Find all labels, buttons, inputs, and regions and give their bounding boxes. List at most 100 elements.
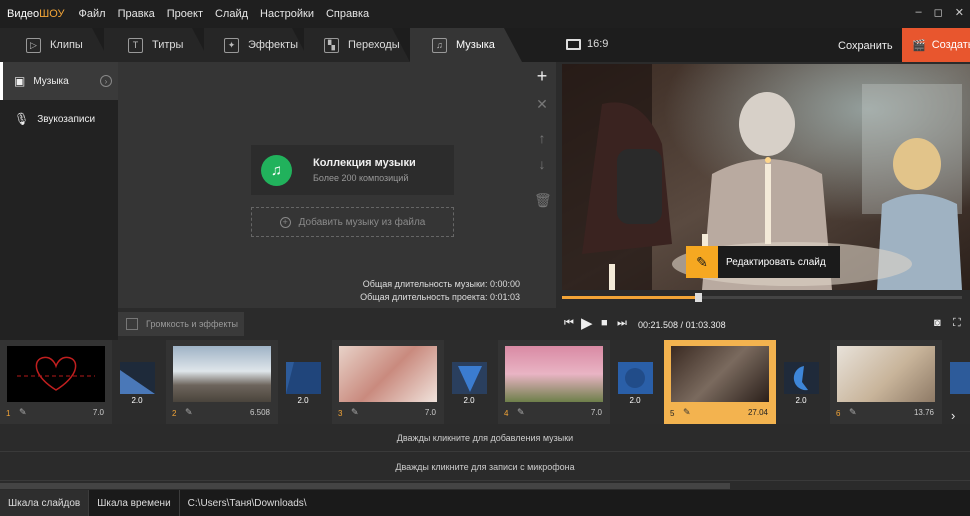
pencil-icon[interactable]: ✎ xyxy=(351,407,359,418)
tab-effects[interactable]: ✦ Эффекты xyxy=(204,28,310,62)
tab-titles[interactable]: T Титры xyxy=(104,28,210,62)
tab-transitions[interactable]: ▚ Переходы xyxy=(304,28,410,62)
menu-settings[interactable]: Настройки xyxy=(254,8,320,20)
slide-item[interactable]: 3 ✎ 7.0 xyxy=(332,340,444,424)
tab-music[interactable]: ♫ Музыка xyxy=(410,28,522,62)
volume-effects-button[interactable]: Громкость и эффекты xyxy=(118,312,244,336)
slide-thumbnail xyxy=(339,346,437,402)
project-path: C:\Users\Таня\Downloads\ xyxy=(178,490,315,516)
skip-forward-icon[interactable]: ⏭ xyxy=(617,317,627,330)
microphone-icon: 🎙 xyxy=(14,112,30,126)
transition-thumbnail xyxy=(950,362,970,394)
menu-file[interactable]: Файл xyxy=(73,8,112,20)
transition-thumbnail xyxy=(452,362,487,394)
progress-fill xyxy=(562,296,698,299)
durations: Общая длительность музыки: 0:00:00 Общая… xyxy=(360,278,520,304)
music-note-icon: ♫ xyxy=(261,154,292,186)
slide-thumbnail xyxy=(173,346,271,402)
preview-canvas[interactable]: ✎ Редактировать слайд xyxy=(562,64,970,290)
progress-knob[interactable] xyxy=(695,293,702,302)
create-button[interactable]: 🎬 Создать xyxy=(902,28,970,62)
music-tools: + ✕ ↑ ↓ 🗑 xyxy=(528,62,556,308)
slide-item[interactable]: 2 ✎ 6.508 xyxy=(166,340,278,424)
transition-thumbnail xyxy=(120,362,155,394)
slide-item[interactable]: 4 ✎ 7.0 xyxy=(498,340,610,424)
play-icon: ▷ xyxy=(26,38,41,53)
playback-progress-bar[interactable] xyxy=(562,293,962,302)
fullscreen-icon[interactable]: ⛶ xyxy=(953,317,961,330)
slide-item[interactable]: 1 ✎ 7.0 xyxy=(0,340,112,424)
music-track-row[interactable]: Дважды кликните для добавления музыки xyxy=(0,424,970,452)
menu-slide[interactable]: Слайд xyxy=(209,8,254,20)
transition-item[interactable]: 2.0 xyxy=(278,340,332,424)
tab-bar: ▷ Клипы T Титры ✦ Эффекты ▚ Переходы ♫ М… xyxy=(0,28,556,62)
transition-item[interactable]: 2.0 xyxy=(112,340,166,424)
plus-circle-icon: + xyxy=(279,216,291,228)
music-note-icon: ♫ xyxy=(432,38,447,53)
timeline-scale-tab[interactable]: Шкала времени xyxy=(88,490,178,516)
timeline-scrollbar[interactable] xyxy=(0,482,970,490)
menu-project[interactable]: Проект xyxy=(161,8,209,20)
slide-item-selected[interactable]: 5 ✎ 27.04 xyxy=(664,340,776,424)
transition-item[interactable] xyxy=(942,340,970,424)
minimize-icon[interactable]: – xyxy=(916,6,922,19)
aspect-ratio-button[interactable]: 16:9 xyxy=(566,38,608,50)
monitor-icon xyxy=(566,38,581,50)
skip-back-icon[interactable]: ⏮ xyxy=(564,317,574,330)
status-bar: Шкала слайдов Шкала времени C:\Users\Тан… xyxy=(0,490,970,516)
chevron-right-icon[interactable]: › xyxy=(951,408,955,423)
snapshot-icon[interactable]: ◙ xyxy=(934,317,941,329)
add-icon[interactable]: + xyxy=(534,67,550,85)
menu-help[interactable]: Справка xyxy=(320,8,375,20)
close-icon[interactable]: ✕ xyxy=(955,6,964,19)
time-readout: 00:21.508 / 01:03.308 xyxy=(638,320,726,330)
transition-item[interactable]: 2.0 xyxy=(776,340,830,424)
collection-title: Коллекция музыки xyxy=(313,157,416,169)
transition-thumbnail xyxy=(618,362,653,394)
tab-clips[interactable]: ▷ Клипы xyxy=(0,28,110,62)
pencil-icon[interactable]: ✎ xyxy=(517,407,525,418)
app-logo: ВидеоШОУ xyxy=(7,8,65,20)
pencil-icon[interactable]: ✎ xyxy=(19,407,27,418)
music-collection-button[interactable]: ♫ Коллекция музыки Более 200 композиций xyxy=(251,145,454,195)
slides-scale-tab[interactable]: Шкала слайдов xyxy=(0,490,89,516)
player-controls: ⏮ ▶ ■ ⏭ 00:21.508 / 01:03.308 ◙ ⛶ xyxy=(556,310,970,338)
volume-effects-icon xyxy=(126,318,138,330)
transition-thumbnail xyxy=(286,362,321,394)
transition-icon: ▚ xyxy=(324,38,339,53)
microphone-track-row[interactable]: Дважды кликните для записи с микрофона xyxy=(0,453,970,481)
collection-subtitle: Более 200 композиций xyxy=(313,173,409,183)
trash-icon[interactable]: 🗑 xyxy=(534,192,552,208)
slide-item[interactable]: 6 ✎ 13.76 xyxy=(830,340,942,424)
save-button[interactable]: Сохранить xyxy=(838,40,893,52)
music-library-icon: ▣ xyxy=(14,74,26,88)
window-controls: – ◻ ✕ xyxy=(916,6,964,19)
pencil-icon[interactable]: ✎ xyxy=(185,407,193,418)
edit-slide-button[interactable]: ✎ Редактировать слайд xyxy=(686,246,840,278)
slide-thumbnail xyxy=(837,346,935,402)
add-music-from-file-button[interactable]: + Добавить музыку из файла xyxy=(251,207,454,237)
play-icon[interactable]: ▶ xyxy=(581,314,593,332)
transition-item[interactable]: 2.0 xyxy=(444,340,498,424)
sidebar-item-recordings[interactable]: 🎙 Звукозаписи xyxy=(0,100,118,138)
delete-x-icon[interactable]: ✕ xyxy=(534,96,550,112)
menu-edit[interactable]: Правка xyxy=(112,8,161,20)
slide-thumbnail xyxy=(671,346,769,402)
magic-wand-icon: ✦ xyxy=(224,38,239,53)
pencil-icon: ✎ xyxy=(686,246,718,278)
scrollbar-thumb[interactable] xyxy=(0,483,730,489)
project-duration: Общая длительность проекта: 0:01:03 xyxy=(360,292,520,302)
text-icon: T xyxy=(128,38,143,53)
slide-thumbnail xyxy=(7,346,105,402)
arrow-down-icon[interactable]: ↓ xyxy=(534,156,550,172)
arrow-up-icon[interactable]: ↑ xyxy=(534,130,550,146)
maximize-icon[interactable]: ◻ xyxy=(934,6,943,19)
slide-timeline: 1 ✎ 7.0 2.0 2 ✎ 6.508 2.0 3 ✎ 7.0 2.0 4 … xyxy=(0,340,970,424)
chevron-right-icon: › xyxy=(100,75,112,87)
sidebar-item-music[interactable]: ▣ Музыка › xyxy=(0,62,118,100)
menu-bar: ВидеоШОУ Файл Правка Проект Слайд Настро… xyxy=(0,0,970,28)
pencil-icon[interactable]: ✎ xyxy=(849,407,857,418)
transition-item[interactable]: 2.0 xyxy=(610,340,664,424)
stop-icon[interactable]: ■ xyxy=(601,317,608,329)
pencil-icon[interactable]: ✎ xyxy=(683,407,691,418)
